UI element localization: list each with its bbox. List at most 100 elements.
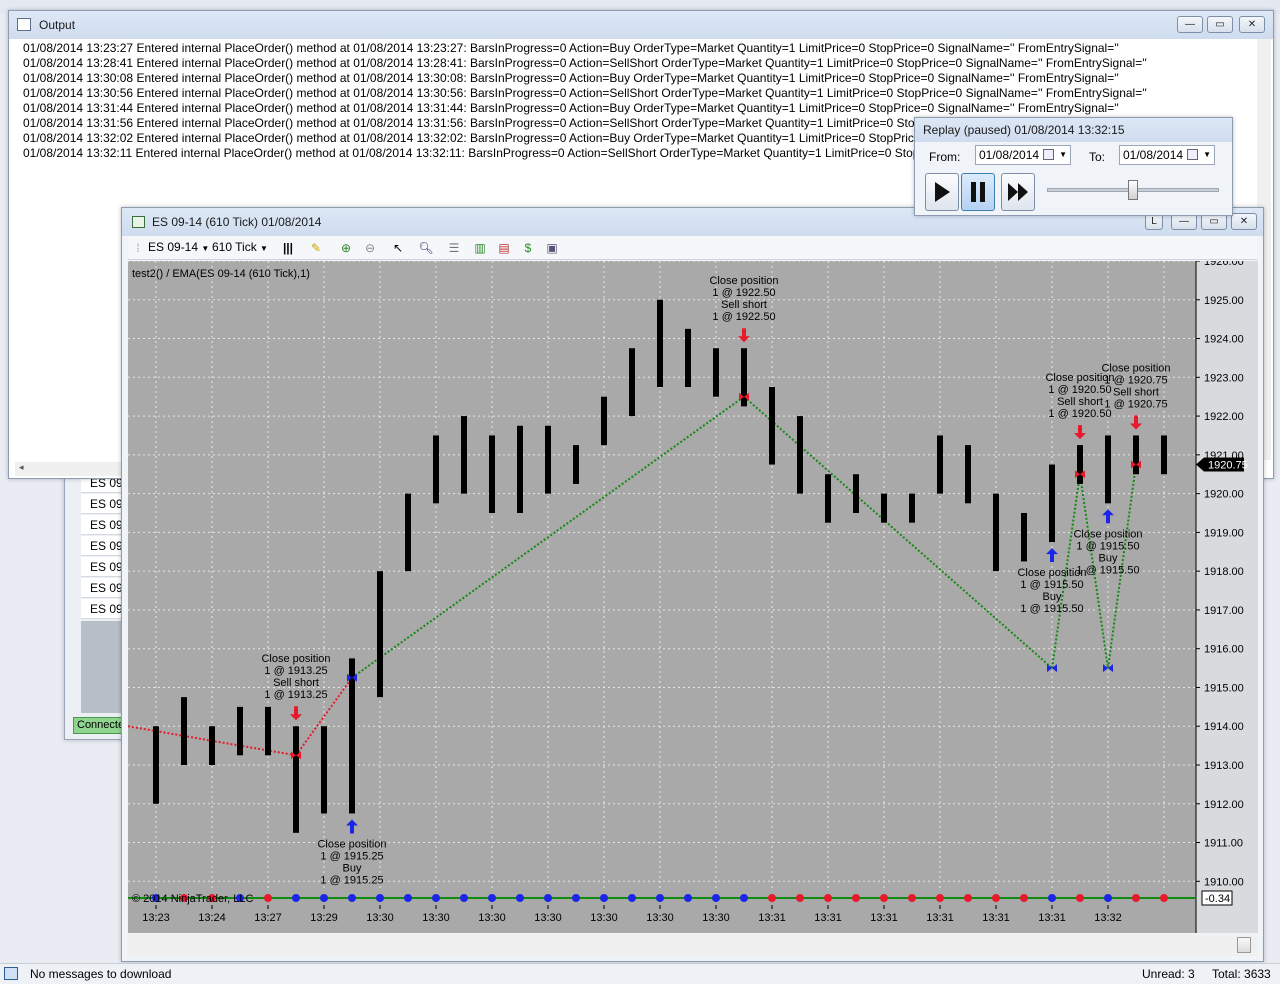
magnifier-icon[interactable]: 🔍︎ <box>418 240 434 256</box>
price-bar <box>909 493 915 523</box>
calendar-icon[interactable] <box>1187 149 1198 160</box>
from-date-picker[interactable]: 01/08/2014 ▼ <box>975 145 1071 165</box>
signal-label: Buy <box>1099 552 1118 564</box>
price-bar <box>1077 445 1083 484</box>
indicator-dot <box>1160 894 1168 902</box>
instrument-selector[interactable]: ES 09-14 ▼ <box>148 240 209 254</box>
signal-label: 1 @ 1922.50 <box>712 311 775 323</box>
close-button[interactable]: ✕ <box>1231 213 1257 230</box>
signal-label: Close position <box>709 275 778 287</box>
chart-title: ES 09-14 (610 Tick) 01/08/2014 <box>152 215 322 229</box>
to-date-picker[interactable]: 01/08/2014 ▼ <box>1119 145 1215 165</box>
strategies-icon[interactable]: ▤ <box>496 240 512 256</box>
lower-value-label: -0.34 <box>1205 893 1230 905</box>
maximize-button[interactable]: ▭ <box>1207 16 1233 33</box>
price-bar <box>993 493 999 572</box>
bar-type-icon[interactable]: ||| <box>280 240 296 256</box>
output-line: 01/08/2014 13:31:44 Entered internal Pla… <box>23 101 1119 115</box>
price-bar <box>713 348 719 397</box>
price-bar <box>293 726 299 833</box>
time-tick-label: 13:30 <box>478 912 506 924</box>
from-label: From: <box>929 150 961 164</box>
price-tick-label: 1911.00 <box>1204 838 1243 850</box>
cc-row-label: ES 09- <box>90 560 125 574</box>
chevron-down-icon[interactable]: ▼ <box>1203 146 1211 164</box>
indicator-dot <box>376 894 384 902</box>
dollar-icon[interactable]: $ <box>520 240 536 256</box>
signal-label: 1 @ 1920.50 <box>1048 408 1111 420</box>
pointer-icon[interactable]: ↖ <box>390 240 406 256</box>
price-bar <box>153 726 159 804</box>
price-bar <box>349 658 355 814</box>
cc-row[interactable]: ES 09- <box>81 494 125 514</box>
play-button[interactable] <box>925 173 959 211</box>
time-tick-label: 13:23 <box>142 912 170 924</box>
indicator-dot <box>1076 894 1084 902</box>
zoom-out-icon[interactable]: ⊖ <box>362 240 378 256</box>
price-tick-label: 1917.00 <box>1204 605 1244 617</box>
time-tick-label: 13:31 <box>982 912 1010 924</box>
indicator-dot <box>656 894 664 902</box>
data-box-icon[interactable]: ▣ <box>544 240 560 256</box>
output-titlebar[interactable]: Output — ▭ ✕ <box>9 11 1273 39</box>
close-button[interactable]: ✕ <box>1239 16 1265 33</box>
indicator-dot <box>516 894 524 902</box>
indicator-dot <box>740 894 748 902</box>
price-bar <box>685 328 691 387</box>
price-tick-label: 1912.00 <box>1204 799 1244 811</box>
cc-row[interactable]: ES 09- <box>81 599 125 619</box>
time-tick-label: 13:30 <box>646 912 674 924</box>
replay-title: Replay (paused) 01/08/2014 13:32:15 <box>923 123 1125 137</box>
signal-label: 1 @ 1915.50 <box>1076 564 1139 576</box>
cc-row[interactable]: ES 09- <box>81 515 125 535</box>
price-tick-label: 1916.00 <box>1204 644 1244 656</box>
replay-titlebar[interactable]: Replay (paused) 01/08/2014 13:32:15 <box>915 118 1232 142</box>
price-bar <box>853 474 859 513</box>
signal-label: Sell short <box>721 299 767 311</box>
zoom-in-icon[interactable]: ⊕ <box>338 240 354 256</box>
pause-button[interactable] <box>961 173 995 211</box>
signal-label: 1 @ 1920.75 <box>1104 374 1167 386</box>
time-tick-label: 13:31 <box>926 912 954 924</box>
signal-label: 1 @ 1920.50 <box>1048 384 1111 396</box>
minimize-button[interactable]: — <box>1177 16 1203 33</box>
chart-horizontal-scrollbar[interactable] <box>128 934 1257 956</box>
scroll-thumb[interactable] <box>1237 937 1251 953</box>
signal-label: 1 @ 1913.25 <box>264 665 327 677</box>
cc-row[interactable]: ES 09- <box>81 578 125 598</box>
indicator-dot <box>488 894 496 902</box>
indicator-dot <box>600 894 608 902</box>
indicator-label: test2() / EMA(ES 09-14 (610 Tick),1) <box>132 268 310 280</box>
price-bar <box>461 416 467 494</box>
price-bar <box>601 396 607 446</box>
replay-speed-slider[interactable] <box>1047 180 1219 200</box>
to-date-value: 01/08/2014 <box>1123 148 1184 162</box>
cc-row[interactable]: ES 09- <box>81 557 125 577</box>
copyright-label: © 2014 NinjaTrader, LLC <box>132 893 253 905</box>
time-tick-label: 13:24 <box>198 912 226 924</box>
calendar-icon[interactable] <box>1043 149 1054 160</box>
fast-forward-button[interactable] <box>1001 173 1035 211</box>
signal-label: Buy <box>343 862 362 874</box>
indicator-dot <box>684 894 692 902</box>
drawing-tool-icon[interactable]: ✎ <box>308 240 324 256</box>
indicator-dot <box>768 894 776 902</box>
indicators-icon[interactable]: ▥ <box>472 240 488 256</box>
properties-icon[interactable]: ☰ <box>446 240 462 256</box>
signal-label: 1 @ 1915.50 <box>1020 579 1083 591</box>
chevron-down-icon[interactable]: ▼ <box>1059 146 1067 164</box>
indicator-dot <box>824 894 832 902</box>
price-chart[interactable]: 1910.00 1911.00 1912.00 1913.00 1914.00 1915.… <box>128 261 1258 933</box>
signal-label: Close position <box>1073 528 1142 540</box>
price-tick-label: 1913.00 <box>1204 760 1244 772</box>
time-tick-label: 13:30 <box>702 912 730 924</box>
indicator-dot <box>964 894 972 902</box>
slider-thumb[interactable] <box>1128 180 1138 200</box>
price-bar <box>1021 513 1027 562</box>
cc-row[interactable]: ES 09- <box>81 536 125 556</box>
price-bar <box>937 435 943 494</box>
time-tick-label: 13:31 <box>870 912 898 924</box>
total-count: Total: 3633 <box>1212 967 1271 981</box>
signal-label: 1 @ 1915.50 <box>1076 540 1139 552</box>
period-selector[interactable]: 610 Tick ▼ <box>212 240 268 254</box>
